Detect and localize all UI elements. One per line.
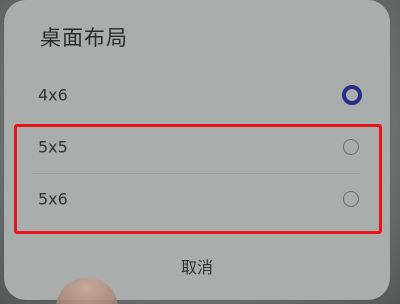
red-highlight-box: [14, 124, 382, 234]
option-label: 4x6: [38, 85, 68, 105]
cancel-button[interactable]: 取消: [4, 248, 390, 288]
option-4x6[interactable]: 4x6: [4, 70, 390, 120]
dialog-title: 桌面布局: [40, 26, 128, 50]
radio-selected-icon[interactable]: [342, 85, 362, 105]
